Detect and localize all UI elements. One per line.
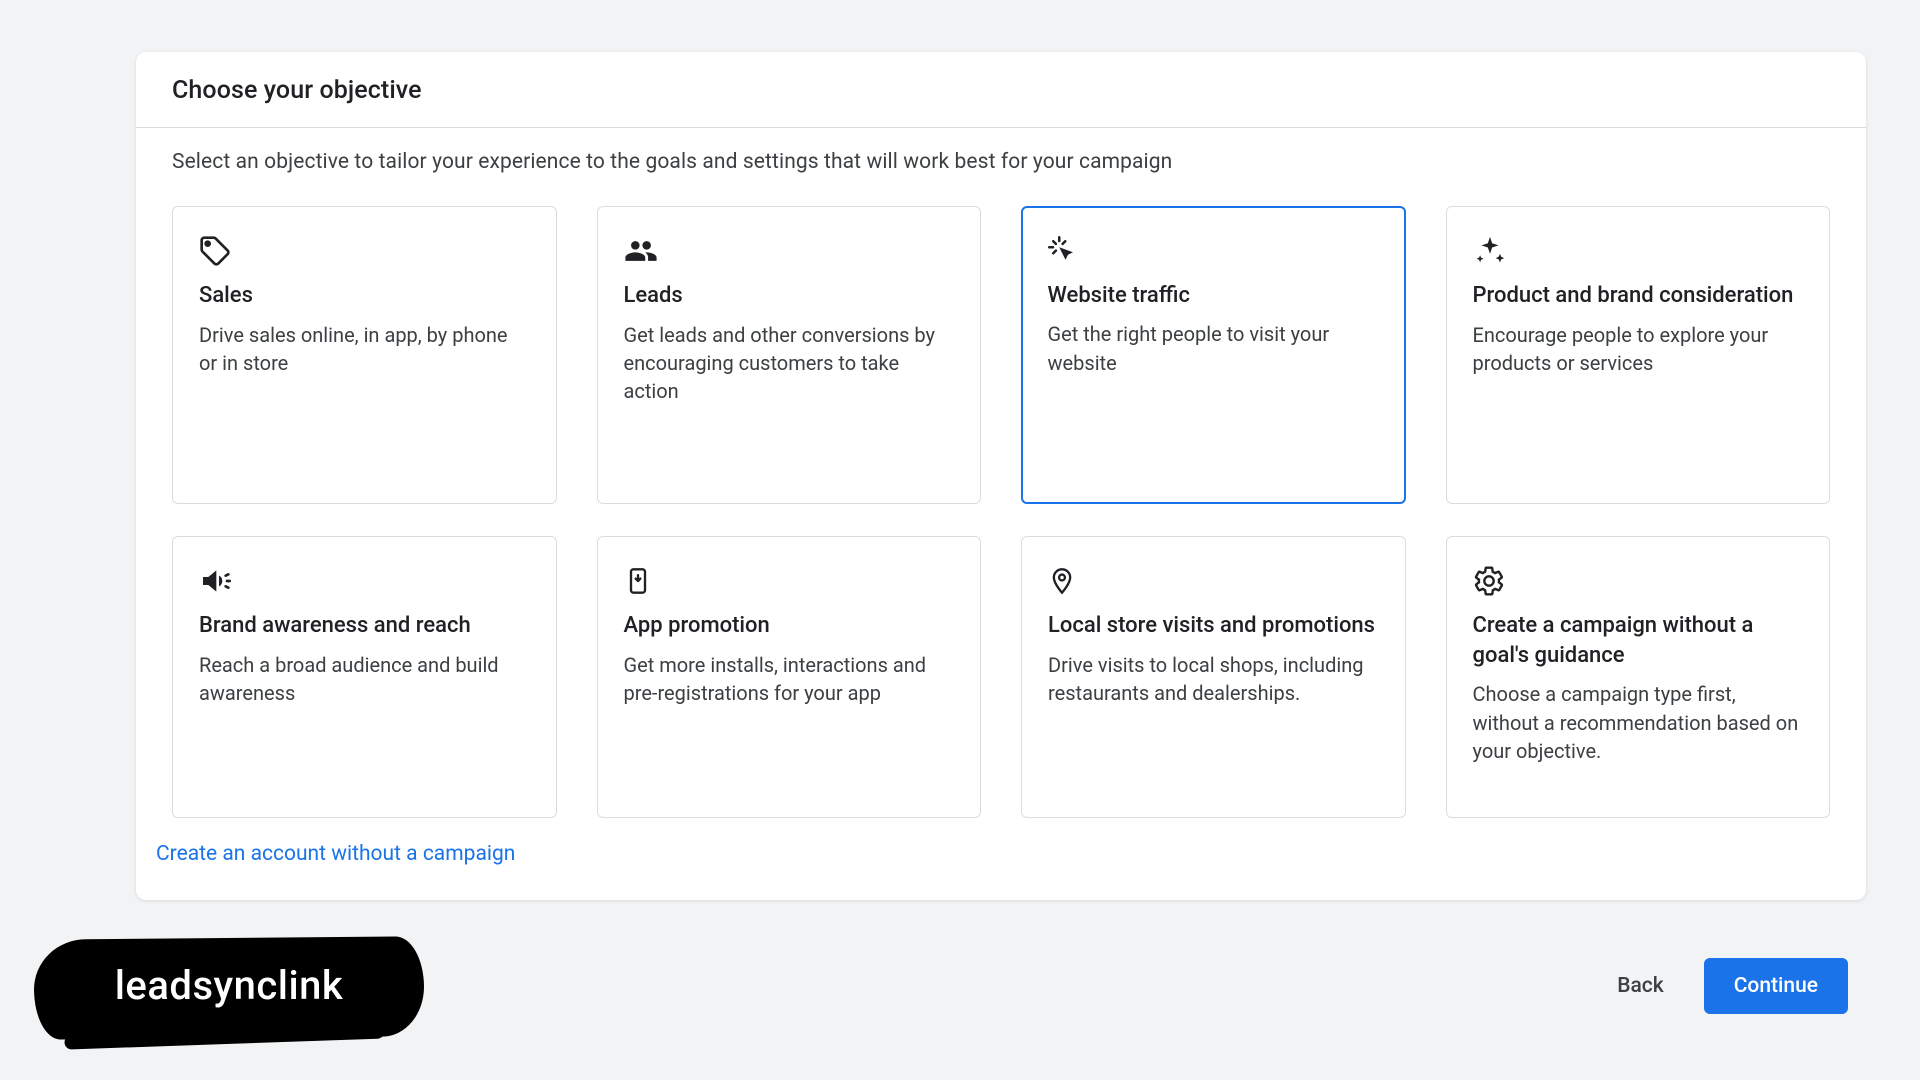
card-sales[interactable]: Sales Drive sales online, in app, by pho… bbox=[172, 206, 557, 504]
card-app-promotion[interactable]: App promotion Get more installs, interac… bbox=[597, 536, 982, 818]
watermark-label: leadsynclink bbox=[34, 938, 424, 1038]
card-title: Sales bbox=[199, 281, 530, 311]
card-website-traffic[interactable]: Website traffic Get the right people to … bbox=[1021, 206, 1406, 504]
continue-button[interactable]: Continue bbox=[1704, 958, 1848, 1014]
gear-icon bbox=[1473, 561, 1804, 601]
card-desc: Drive sales online, in app, by phone or … bbox=[199, 321, 530, 378]
card-title: Create a campaign without a goal's guida… bbox=[1473, 611, 1804, 670]
create-account-link[interactable]: Create an account without a campaign bbox=[156, 842, 515, 866]
link-row: Create an account without a campaign bbox=[136, 838, 1866, 900]
card-leads[interactable]: Leads Get leads and other conversions by… bbox=[597, 206, 982, 504]
card-desc: Encourage people to explore your product… bbox=[1473, 321, 1804, 378]
card-desc: Drive visits to local shops, including r… bbox=[1048, 651, 1379, 708]
card-desc: Reach a broad audience and build awarene… bbox=[199, 651, 530, 708]
panel-subtitle: Select an objective to tailor your exper… bbox=[136, 128, 1866, 180]
people-icon bbox=[624, 231, 955, 271]
cursor-click-icon bbox=[1048, 231, 1380, 271]
footer-buttons: Back Continue bbox=[1595, 958, 1848, 1014]
sparkle-icon bbox=[1473, 231, 1804, 271]
card-desc: Get leads and other conversions by encou… bbox=[624, 321, 955, 406]
objective-panel: Choose your objective Select an objectiv… bbox=[136, 52, 1866, 900]
panel-header: Choose your objective bbox=[136, 52, 1866, 128]
back-button[interactable]: Back bbox=[1595, 960, 1686, 1012]
objective-grid: Sales Drive sales online, in app, by pho… bbox=[136, 180, 1866, 838]
watermark-text: leadsynclink bbox=[34, 938, 424, 1038]
card-title: App promotion bbox=[624, 611, 955, 641]
tag-icon bbox=[199, 231, 530, 271]
card-title: Website traffic bbox=[1048, 281, 1380, 311]
card-title: Local store visits and promotions bbox=[1048, 611, 1379, 641]
phone-download-icon bbox=[624, 561, 955, 601]
card-brand-awareness[interactable]: Brand awareness and reach Reach a broad … bbox=[172, 536, 557, 818]
card-title: Product and brand consideration bbox=[1473, 281, 1804, 311]
card-desc: Get the right people to visit your websi… bbox=[1048, 320, 1380, 377]
pin-icon bbox=[1048, 561, 1379, 601]
card-desc: Choose a campaign type first, without a … bbox=[1473, 680, 1804, 765]
card-title: Brand awareness and reach bbox=[199, 611, 530, 641]
panel-title: Choose your objective bbox=[172, 76, 1830, 105]
card-product-brand[interactable]: Product and brand consideration Encourag… bbox=[1446, 206, 1831, 504]
card-no-goal[interactable]: Create a campaign without a goal's guida… bbox=[1446, 536, 1831, 818]
card-title: Leads bbox=[624, 281, 955, 311]
megaphone-icon bbox=[199, 561, 530, 601]
card-local-store[interactable]: Local store visits and promotions Drive … bbox=[1021, 536, 1406, 818]
card-desc: Get more installs, interactions and pre-… bbox=[624, 651, 955, 708]
